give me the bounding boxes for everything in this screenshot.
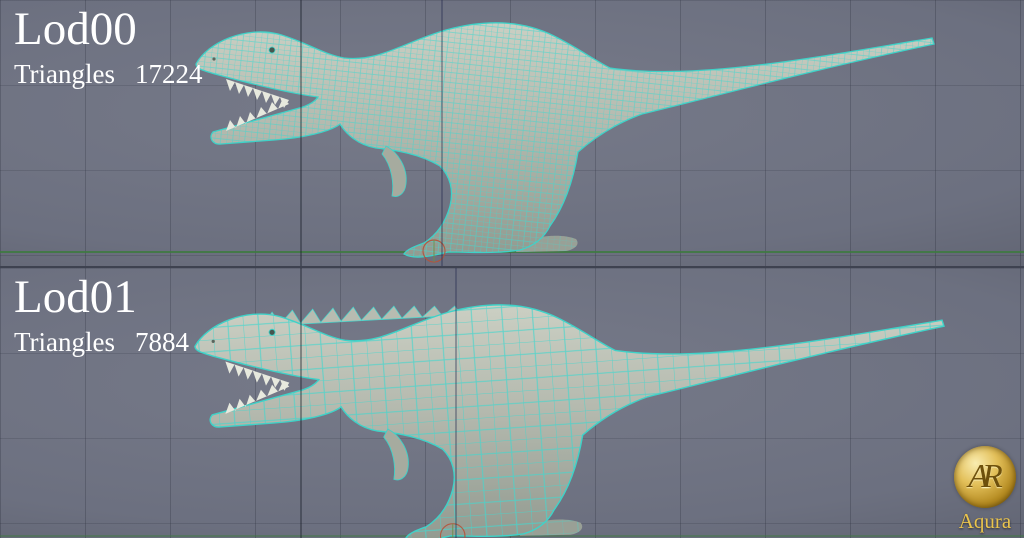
- trex-eye: [268, 328, 276, 336]
- triangles-value: 17224: [135, 58, 203, 89]
- aqura-logo: AR Aqura: [954, 446, 1016, 534]
- trex-eye: [268, 46, 276, 54]
- trex-nostril: [211, 339, 215, 343]
- lod01-viewport-panel: Lod01 Triangles 7884: [0, 266, 1024, 538]
- triangles-line: Triangles 17224: [14, 59, 203, 90]
- lod01-label-block: Lod01 Triangles 7884: [14, 272, 189, 358]
- triangles-line: Triangles 7884: [14, 327, 189, 358]
- triangles-label: Triangles: [14, 58, 116, 89]
- lod00-label-block: Lod00 Triangles 17224: [14, 4, 203, 90]
- aqura-monogram: AR: [968, 458, 1002, 495]
- aqura-logo-mark-icon: AR: [954, 446, 1016, 508]
- lod00-viewport-panel: Lod00 Triangles 17224: [0, 0, 1024, 266]
- triangles-label: Triangles: [14, 326, 116, 357]
- lod-title: Lod00: [14, 3, 137, 55]
- trex-nostril: [212, 57, 216, 61]
- lod-title: Lod01: [14, 271, 137, 323]
- triangles-value: 7884: [135, 326, 190, 357]
- aqura-brand-name: Aqura: [958, 509, 1012, 533]
